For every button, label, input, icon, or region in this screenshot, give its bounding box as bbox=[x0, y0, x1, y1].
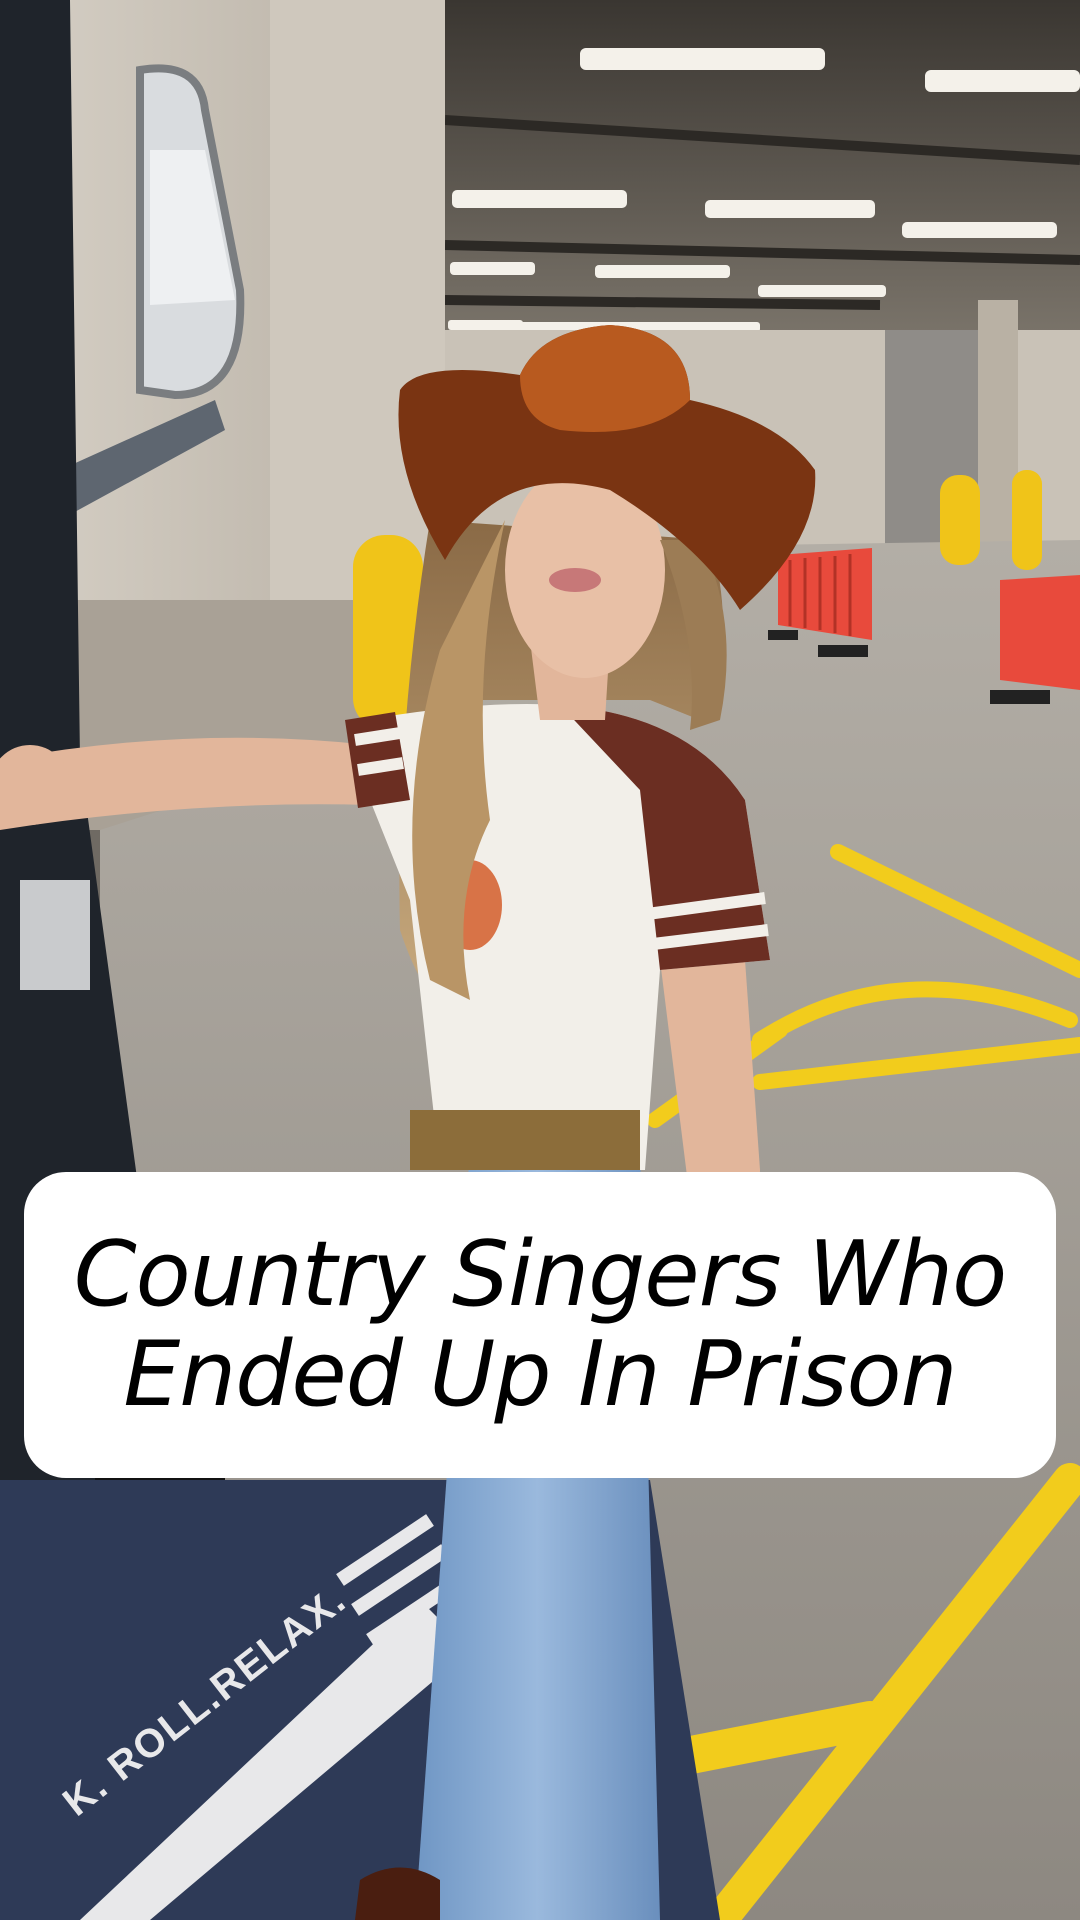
caption-line-1: Country Singers Who bbox=[73, 1222, 1007, 1327]
caption-line-2: Ended Up In Prison bbox=[123, 1322, 957, 1427]
belt bbox=[410, 1110, 640, 1170]
caption-card: Country Singers Who Ended Up In Prison bbox=[24, 1172, 1056, 1478]
video-frame bbox=[0, 0, 1080, 1920]
